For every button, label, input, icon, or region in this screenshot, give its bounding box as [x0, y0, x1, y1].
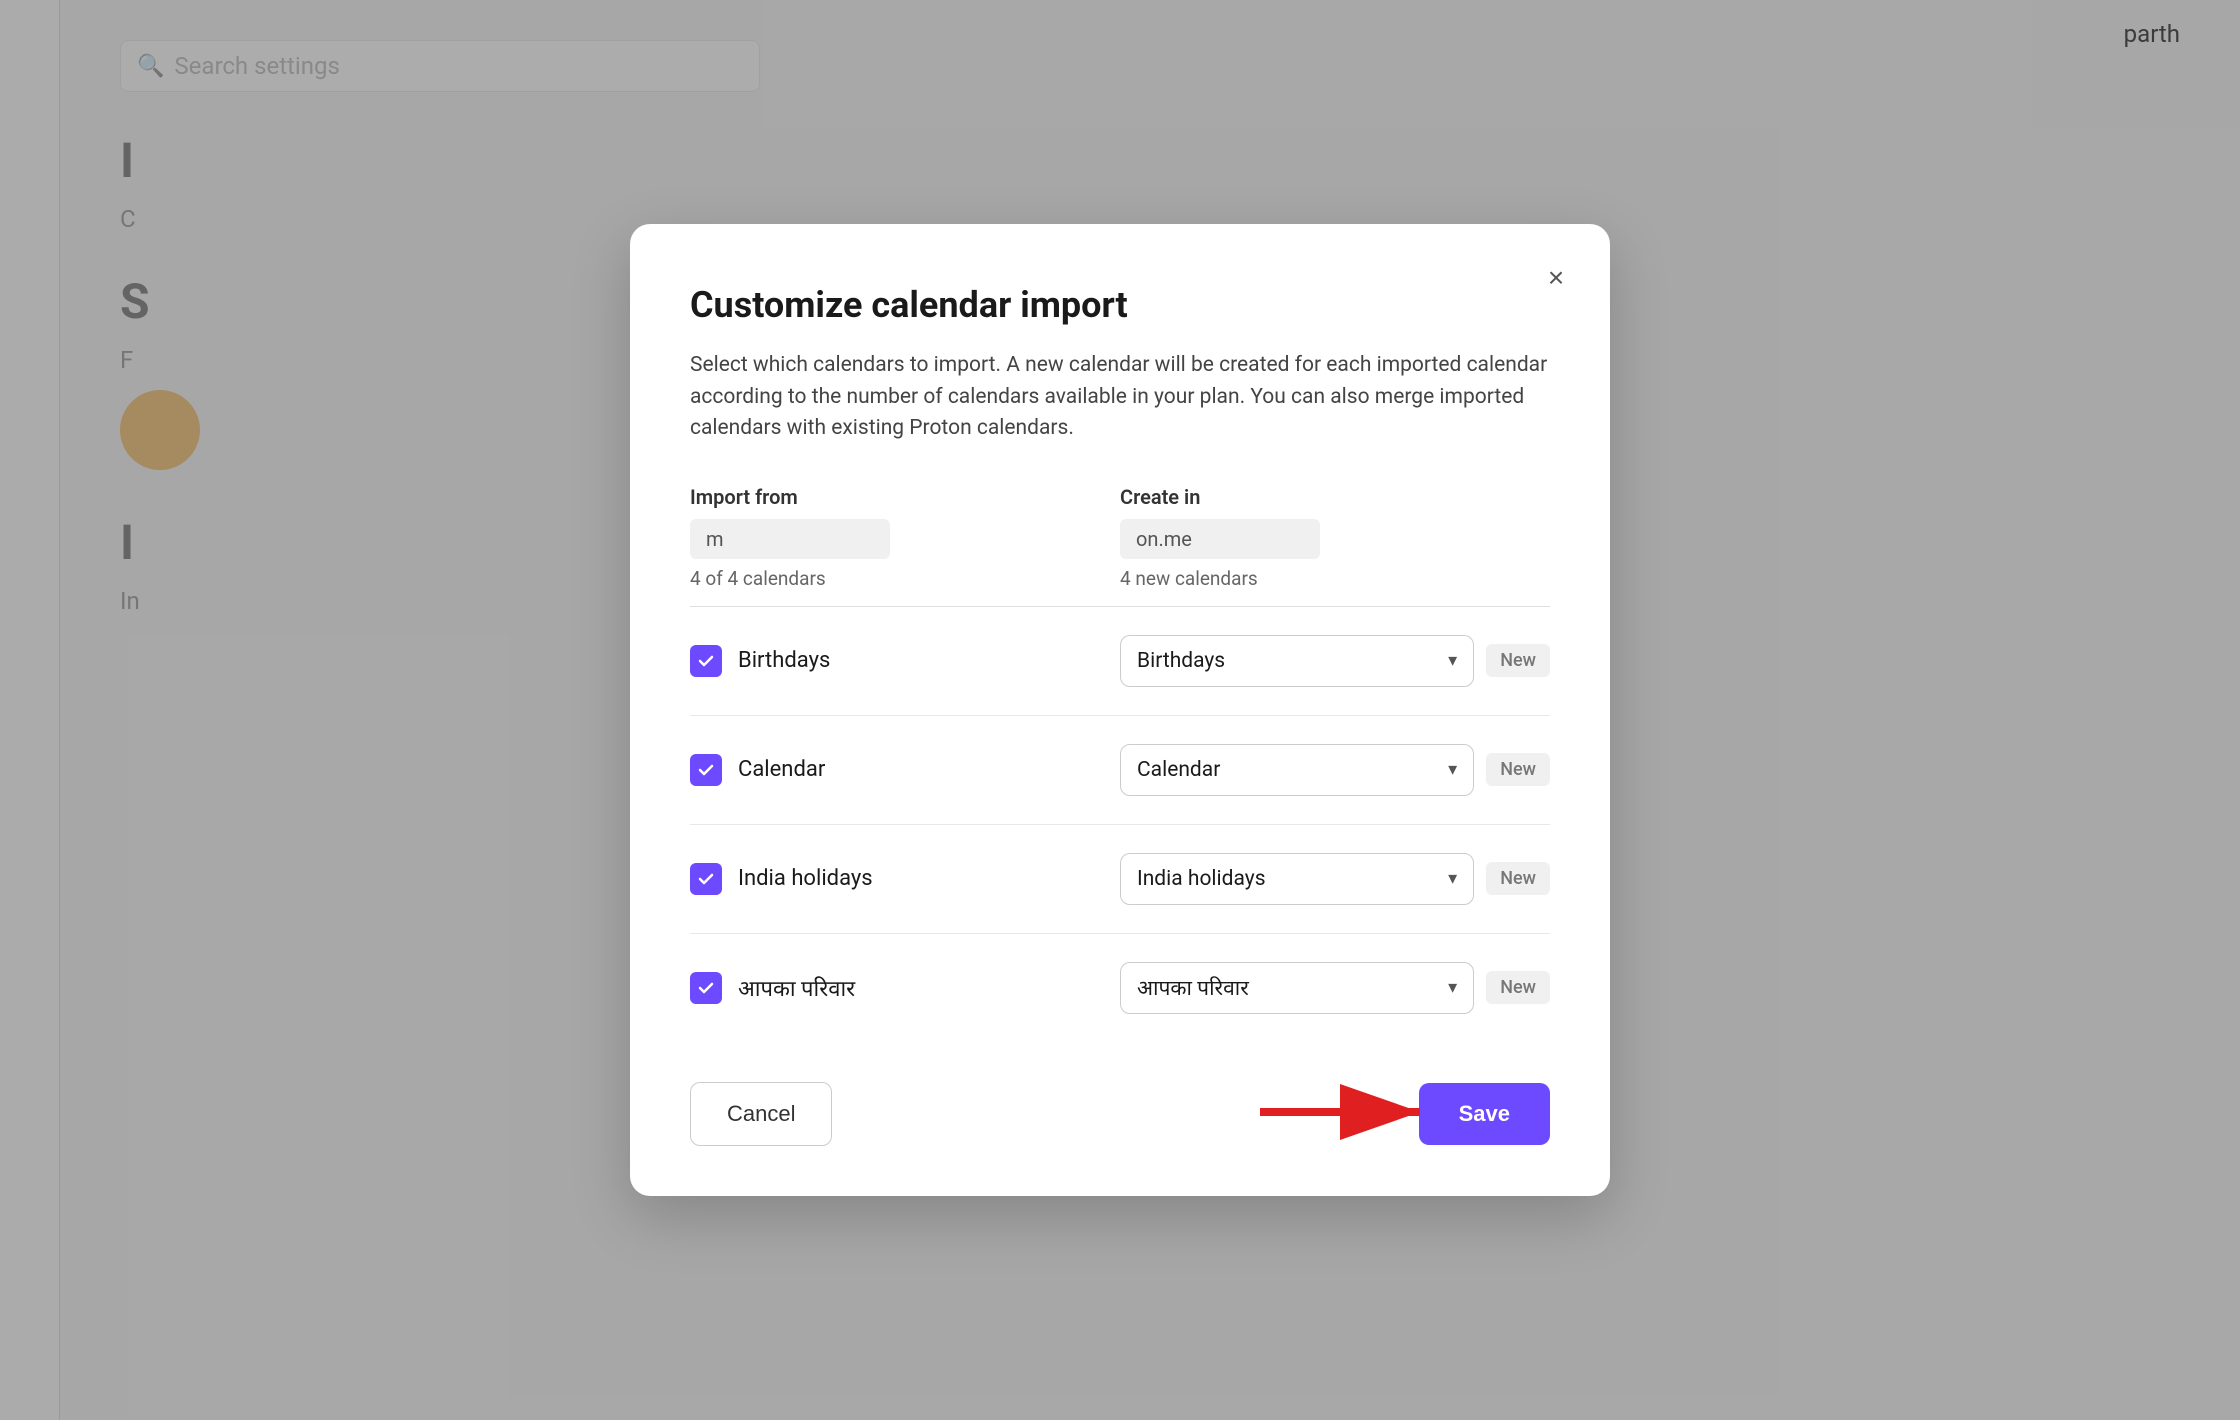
import-from-label: Import from	[690, 485, 1120, 509]
dropdown-value-birthdays: Birthdays	[1137, 649, 1225, 673]
calendar-name-aapka-pariwar: आपका परिवार	[738, 973, 855, 1003]
dropdown-value-calendar: Calendar	[1137, 758, 1220, 782]
create-in-label: Create in	[1120, 485, 1550, 509]
dropdown-value-india-holidays: India holidays	[1137, 867, 1266, 891]
modal-overlay: × Customize calendar import Select which…	[0, 0, 2240, 1420]
dropdown-arrow-india-holidays: ▾	[1448, 868, 1457, 889]
row-left-aapka-pariwar: आपका परिवार	[690, 972, 1120, 1004]
row-left-india-holidays: India holidays	[690, 863, 1120, 895]
calendar-row-birthdays: Birthdays Birthdays ▾ New	[690, 607, 1550, 716]
new-badge-aapka-pariwar: New	[1486, 971, 1550, 1004]
create-in-column-header: Create in on.me 4 new calendars	[1120, 485, 1550, 590]
create-count: 4 new calendars	[1120, 567, 1550, 590]
checkbox-aapka-pariwar[interactable]	[690, 972, 722, 1004]
dropdown-arrow-birthdays: ▾	[1448, 650, 1457, 671]
calendar-row-india-holidays: India holidays India holidays ▾ New	[690, 825, 1550, 934]
customize-calendar-modal: × Customize calendar import Select which…	[630, 224, 1610, 1196]
modal-description: Select which calendars to import. A new …	[690, 350, 1550, 445]
modal-title: Customize calendar import	[690, 284, 1550, 326]
calendar-name-india-holidays: India holidays	[738, 866, 873, 891]
row-left-calendar: Calendar	[690, 754, 1120, 786]
dropdown-india-holidays[interactable]: India holidays ▾	[1120, 853, 1474, 905]
calendar-name-birthdays: Birthdays	[738, 648, 830, 673]
new-badge-birthdays: New	[1486, 644, 1550, 677]
cancel-button[interactable]: Cancel	[690, 1082, 832, 1146]
import-column-header: Import from m 4 of 4 calendars	[690, 485, 1120, 590]
new-badge-calendar: New	[1486, 753, 1550, 786]
checkbox-birthdays[interactable]	[690, 645, 722, 677]
dropdown-aapka-pariwar[interactable]: आपका परिवार ▾	[1120, 962, 1474, 1014]
checkbox-india-holidays[interactable]	[690, 863, 722, 895]
create-destination: on.me	[1120, 519, 1320, 559]
red-arrow-container	[1260, 1082, 1440, 1146]
row-right-birthdays: Birthdays ▾ New	[1120, 635, 1550, 687]
calendar-rows: Birthdays Birthdays ▾ New Calendar	[690, 607, 1550, 1042]
dropdown-value-aapka-pariwar: आपका परिवार	[1137, 974, 1249, 1002]
calendar-row-calendar: Calendar Calendar ▾ New	[690, 716, 1550, 825]
dropdown-arrow-calendar: ▾	[1448, 759, 1457, 780]
footer-right: Save	[1419, 1083, 1550, 1145]
save-button[interactable]: Save	[1419, 1083, 1550, 1145]
import-source: m	[690, 519, 890, 559]
calendar-name-calendar: Calendar	[738, 757, 825, 782]
row-right-india-holidays: India holidays ▾ New	[1120, 853, 1550, 905]
red-arrow-icon	[1260, 1082, 1440, 1142]
dropdown-birthdays[interactable]: Birthdays ▾	[1120, 635, 1474, 687]
row-right-calendar: Calendar ▾ New	[1120, 744, 1550, 796]
row-right-aapka-pariwar: आपका परिवार ▾ New	[1120, 962, 1550, 1014]
table-header: Import from m 4 of 4 calendars Create in…	[690, 485, 1550, 590]
calendar-row-aapka-pariwar: आपका परिवार आपका परिवार ▾ New	[690, 934, 1550, 1042]
close-button[interactable]: ×	[1534, 256, 1578, 300]
dropdown-arrow-aapka-pariwar: ▾	[1448, 977, 1457, 998]
row-left-birthdays: Birthdays	[690, 645, 1120, 677]
modal-footer: Cancel Save	[690, 1082, 1550, 1146]
import-count: 4 of 4 calendars	[690, 567, 1120, 590]
checkbox-calendar[interactable]	[690, 754, 722, 786]
dropdown-calendar[interactable]: Calendar ▾	[1120, 744, 1474, 796]
new-badge-india-holidays: New	[1486, 862, 1550, 895]
